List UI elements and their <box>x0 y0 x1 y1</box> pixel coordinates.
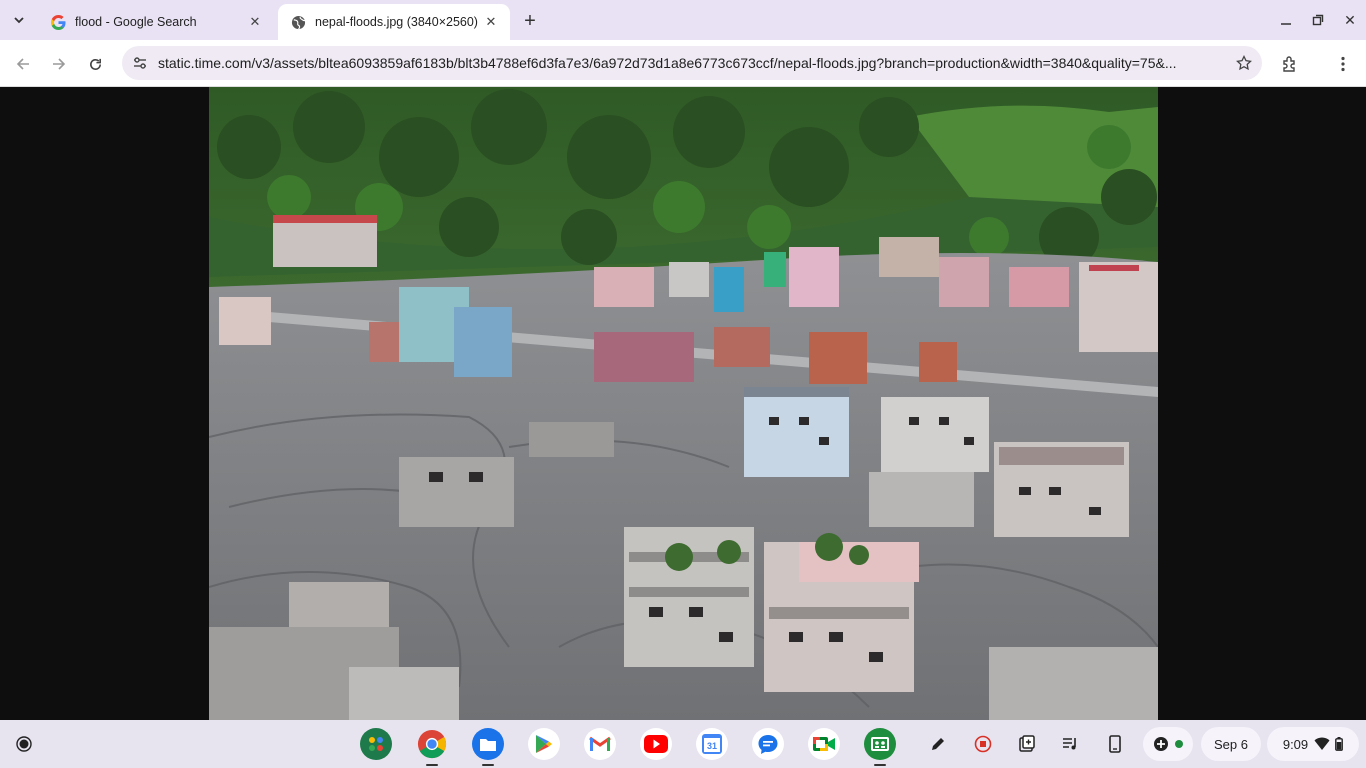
browser-toolbar: static.time.com/v3/assets/bltea6093859af… <box>0 40 1366 87</box>
play-store-icon[interactable] <box>528 728 560 760</box>
messages-icon[interactable] <box>752 728 784 760</box>
gmail-icon[interactable] <box>584 728 616 760</box>
arrow-left-icon <box>16 58 29 70</box>
tab-strip: flood - Google Search ✕ nepal-floods.jpg… <box>0 0 1366 40</box>
status-dot-icon <box>1175 740 1183 748</box>
files-icon[interactable] <box>472 728 504 766</box>
running-indicator <box>426 764 438 766</box>
site-info-icon[interactable] <box>124 46 156 80</box>
media-controls-icon[interactable] <box>1058 732 1082 756</box>
flood-scene-illustration <box>209 87 1158 720</box>
calendar-day-text: 31 <box>707 741 717 751</box>
chevron-down-icon <box>14 17 24 24</box>
back-button[interactable] <box>10 51 36 77</box>
minimize-icon[interactable] <box>1274 8 1298 32</box>
time-text: 9:09 <box>1282 736 1309 752</box>
meet-icon[interactable] <box>808 728 840 760</box>
restore-icon[interactable] <box>1306 8 1330 32</box>
status-tray[interactable] <box>1143 727 1193 761</box>
tab-google-search[interactable]: flood - Google Search ✕ <box>38 4 274 40</box>
classroom-icon[interactable] <box>864 728 896 766</box>
tab-title: flood - Google Search <box>75 15 197 29</box>
close-window-icon[interactable]: ✕ <box>1338 8 1362 32</box>
launcher-button[interactable] <box>10 730 38 758</box>
bookmark-star-icon[interactable] <box>1226 46 1262 80</box>
new-tab-button[interactable]: + <box>518 9 542 33</box>
system-status-pill[interactable]: 9:09 <box>1267 727 1359 761</box>
chrome-icon[interactable] <box>416 728 448 766</box>
screen-record-icon[interactable] <box>971 732 995 756</box>
pen-icon[interactable] <box>926 732 950 756</box>
forward-button[interactable] <box>46 51 72 77</box>
flood-photo[interactable] <box>209 87 1158 720</box>
close-tab-icon[interactable]: ✕ <box>482 13 500 31</box>
reload-button[interactable] <box>82 51 108 77</box>
tab-nepal-floods[interactable]: nepal-floods.jpg (3840×2560) ✕ <box>278 4 510 40</box>
calendar-icon[interactable]: 31 <box>696 728 728 760</box>
phone-hub-icon[interactable] <box>1103 732 1127 756</box>
globe-icon <box>290 14 306 30</box>
tab-search-button[interactable] <box>7 8 31 32</box>
extensions-icon[interactable] <box>1277 51 1303 77</box>
address-bar[interactable]: static.time.com/v3/assets/bltea6093859af… <box>122 46 1262 80</box>
more-menu-icon[interactable] <box>1330 51 1356 77</box>
image-viewer <box>0 87 1366 720</box>
system-shelf: 31 Sep 6 9:09 <box>0 720 1366 768</box>
clipboard-icon[interactable] <box>1015 732 1039 756</box>
add-circle-icon <box>1154 737 1168 751</box>
running-indicator <box>874 764 886 766</box>
battery-icon <box>1335 737 1344 751</box>
date-text: Sep 6 <box>1214 736 1248 752</box>
reload-icon <box>89 58 101 70</box>
app-grid-icon[interactable] <box>360 728 392 760</box>
youtube-icon[interactable] <box>640 728 672 760</box>
url-text[interactable]: static.time.com/v3/assets/bltea6093859af… <box>156 55 1226 71</box>
running-indicator <box>482 764 494 766</box>
tab-title: nepal-floods.jpg (3840×2560) <box>315 15 478 29</box>
close-tab-icon[interactable]: ✕ <box>246 13 264 31</box>
date-pill[interactable]: Sep 6 <box>1201 727 1261 761</box>
wifi-icon <box>1314 737 1330 750</box>
google-g-icon <box>50 14 66 30</box>
launcher-icon <box>16 736 32 752</box>
arrow-right-icon <box>53 58 66 70</box>
